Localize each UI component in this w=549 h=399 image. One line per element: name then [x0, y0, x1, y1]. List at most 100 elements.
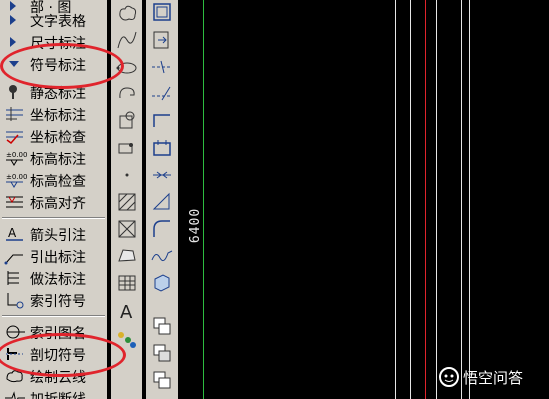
menu-item-coordinate-annotation[interactable]: 坐标标注 [0, 103, 107, 125]
svg-text:A: A [120, 302, 133, 323]
box-pattern-icon [118, 220, 136, 238]
menu-item-label: 索引符号 [30, 294, 86, 310]
menu-item-index-symbol[interactable]: 索引符号 [0, 289, 107, 311]
solid-tool-button[interactable] [149, 270, 175, 296]
wukong-logo-icon [439, 367, 459, 387]
bracket-tool-button[interactable] [149, 135, 175, 161]
menu-item-label: 坐标标注 [30, 108, 86, 124]
window-icon [153, 3, 171, 21]
dimension-icon [153, 171, 171, 179]
spline-tool-button[interactable] [114, 27, 140, 53]
window-tool-button[interactable] [149, 0, 175, 26]
dimension-tool-button[interactable] [149, 162, 175, 188]
menu-item-label: 做法标注 [30, 272, 86, 288]
slope-icon [152, 192, 170, 210]
index-symbol-icon [7, 293, 24, 309]
copy-tool-button[interactable] [149, 313, 175, 339]
line-end-tool-button[interactable] [149, 108, 175, 134]
solid-icon [154, 274, 170, 292]
table-icon [118, 275, 136, 291]
text-a-icon: A [120, 302, 133, 323]
expand-triangle-icon [10, 37, 16, 47]
watermark-text: 悟空问答 [463, 369, 524, 387]
menu-item-break-line[interactable]: 加折断线 [0, 387, 107, 399]
polygon-icon [118, 249, 136, 262]
watermark: 悟空问答 [438, 364, 548, 392]
white-wall-line [410, 0, 411, 399]
dot-icon [125, 173, 129, 177]
dashed-angle-tool-button[interactable] [149, 81, 175, 107]
menu-item-label: 标高标注 [30, 152, 86, 168]
dashed-angle-icon [152, 86, 172, 101]
elevation-align-icon [6, 196, 23, 208]
menu-item-elevation-check[interactable]: ±0.00 标高检查 [0, 169, 107, 191]
stack-icon [153, 371, 171, 389]
layer-icon [153, 344, 171, 362]
coordinate-check-icon [6, 131, 23, 145]
menu-item-elevation-align[interactable]: 标高对齐 [0, 191, 107, 213]
method-note-icon [7, 271, 19, 285]
stack-tool-button[interactable] [149, 367, 175, 393]
polygon-tool-button[interactable] [114, 243, 140, 269]
menu-separator [2, 315, 105, 317]
menu-separator [2, 217, 105, 219]
white-wall-line [436, 0, 437, 399]
red-axis-line [425, 0, 426, 399]
modify-toolbar [146, 0, 178, 399]
block-icon [119, 111, 135, 129]
toolbar-divider [149, 300, 175, 304]
drawing-canvas[interactable] [181, 0, 549, 399]
hatch-tool-button[interactable] [114, 135, 140, 161]
elevation-check-icon: ±0.00 [6, 173, 27, 188]
hatch-icon [118, 143, 133, 154]
move-icon [153, 31, 169, 49]
line-end-icon [153, 114, 170, 127]
text-tool-button[interactable]: A [114, 298, 140, 324]
cloud-tool-button[interactable] [114, 0, 140, 26]
menu-item-label: 加折断线 [30, 389, 86, 399]
block-tool-button[interactable] [114, 108, 140, 134]
menu-item-method-note[interactable]: 做法标注 [0, 267, 107, 289]
menu-item-leader[interactable]: 引出标注 [0, 245, 107, 267]
svg-text:±0.00: ±0.00 [6, 173, 27, 181]
move-tool-button[interactable] [149, 27, 175, 53]
menu-item-label: 箭头引注 [30, 228, 86, 244]
bracket-icon [153, 140, 171, 156]
elevation-icon: ±0.00 [6, 151, 27, 166]
wave-tool-button[interactable] [149, 243, 175, 269]
green-axis-line [203, 0, 204, 399]
pushpin-icon [9, 85, 17, 99]
layer-tool-button[interactable] [149, 340, 175, 366]
copy-icon [153, 317, 171, 335]
menu-item-arrow-note[interactable]: A 箭头引注 [0, 223, 107, 245]
cloud-icon [119, 5, 137, 21]
revision-icon [119, 87, 135, 99]
break-line-icon [5, 391, 25, 399]
slope-tool-button[interactable] [149, 189, 175, 215]
menu-item-label: 标高对齐 [30, 196, 86, 212]
arc-tool-button[interactable] [149, 216, 175, 242]
menu-item-label: 标高检查 [30, 174, 86, 190]
arc-icon [153, 220, 170, 237]
table-tool-button[interactable] [114, 270, 140, 296]
box-hatch-icon [118, 193, 136, 211]
white-wall-line [469, 0, 470, 399]
menu-item-label: 文字表格 [30, 14, 86, 30]
box-hatch-tool-button[interactable] [114, 189, 140, 215]
menu-item-label: 坐标检查 [30, 130, 86, 146]
menu-item-label: 引出标注 [30, 250, 86, 266]
revision-tool-button[interactable] [114, 81, 140, 107]
menu-item-coordinate-check[interactable]: 坐标检查 [0, 125, 107, 147]
highlight-circle-section-symbol [0, 333, 126, 377]
svg-text:A: A [8, 226, 17, 240]
menu-item-text-table[interactable]: 文字表格 [0, 9, 107, 31]
wave-icon [151, 250, 173, 262]
menu-item-elevation-annotation[interactable]: ±0.00 标高标注 [0, 147, 107, 169]
arrow-note-icon: A [6, 226, 23, 241]
spline-icon [117, 31, 137, 49]
point-tool-button[interactable] [114, 162, 140, 188]
dimension-text: 6400 [188, 207, 204, 244]
white-wall-line [461, 0, 462, 399]
dashed-line-tool-button[interactable] [149, 54, 175, 80]
box-pattern-tool-button[interactable] [114, 216, 140, 242]
